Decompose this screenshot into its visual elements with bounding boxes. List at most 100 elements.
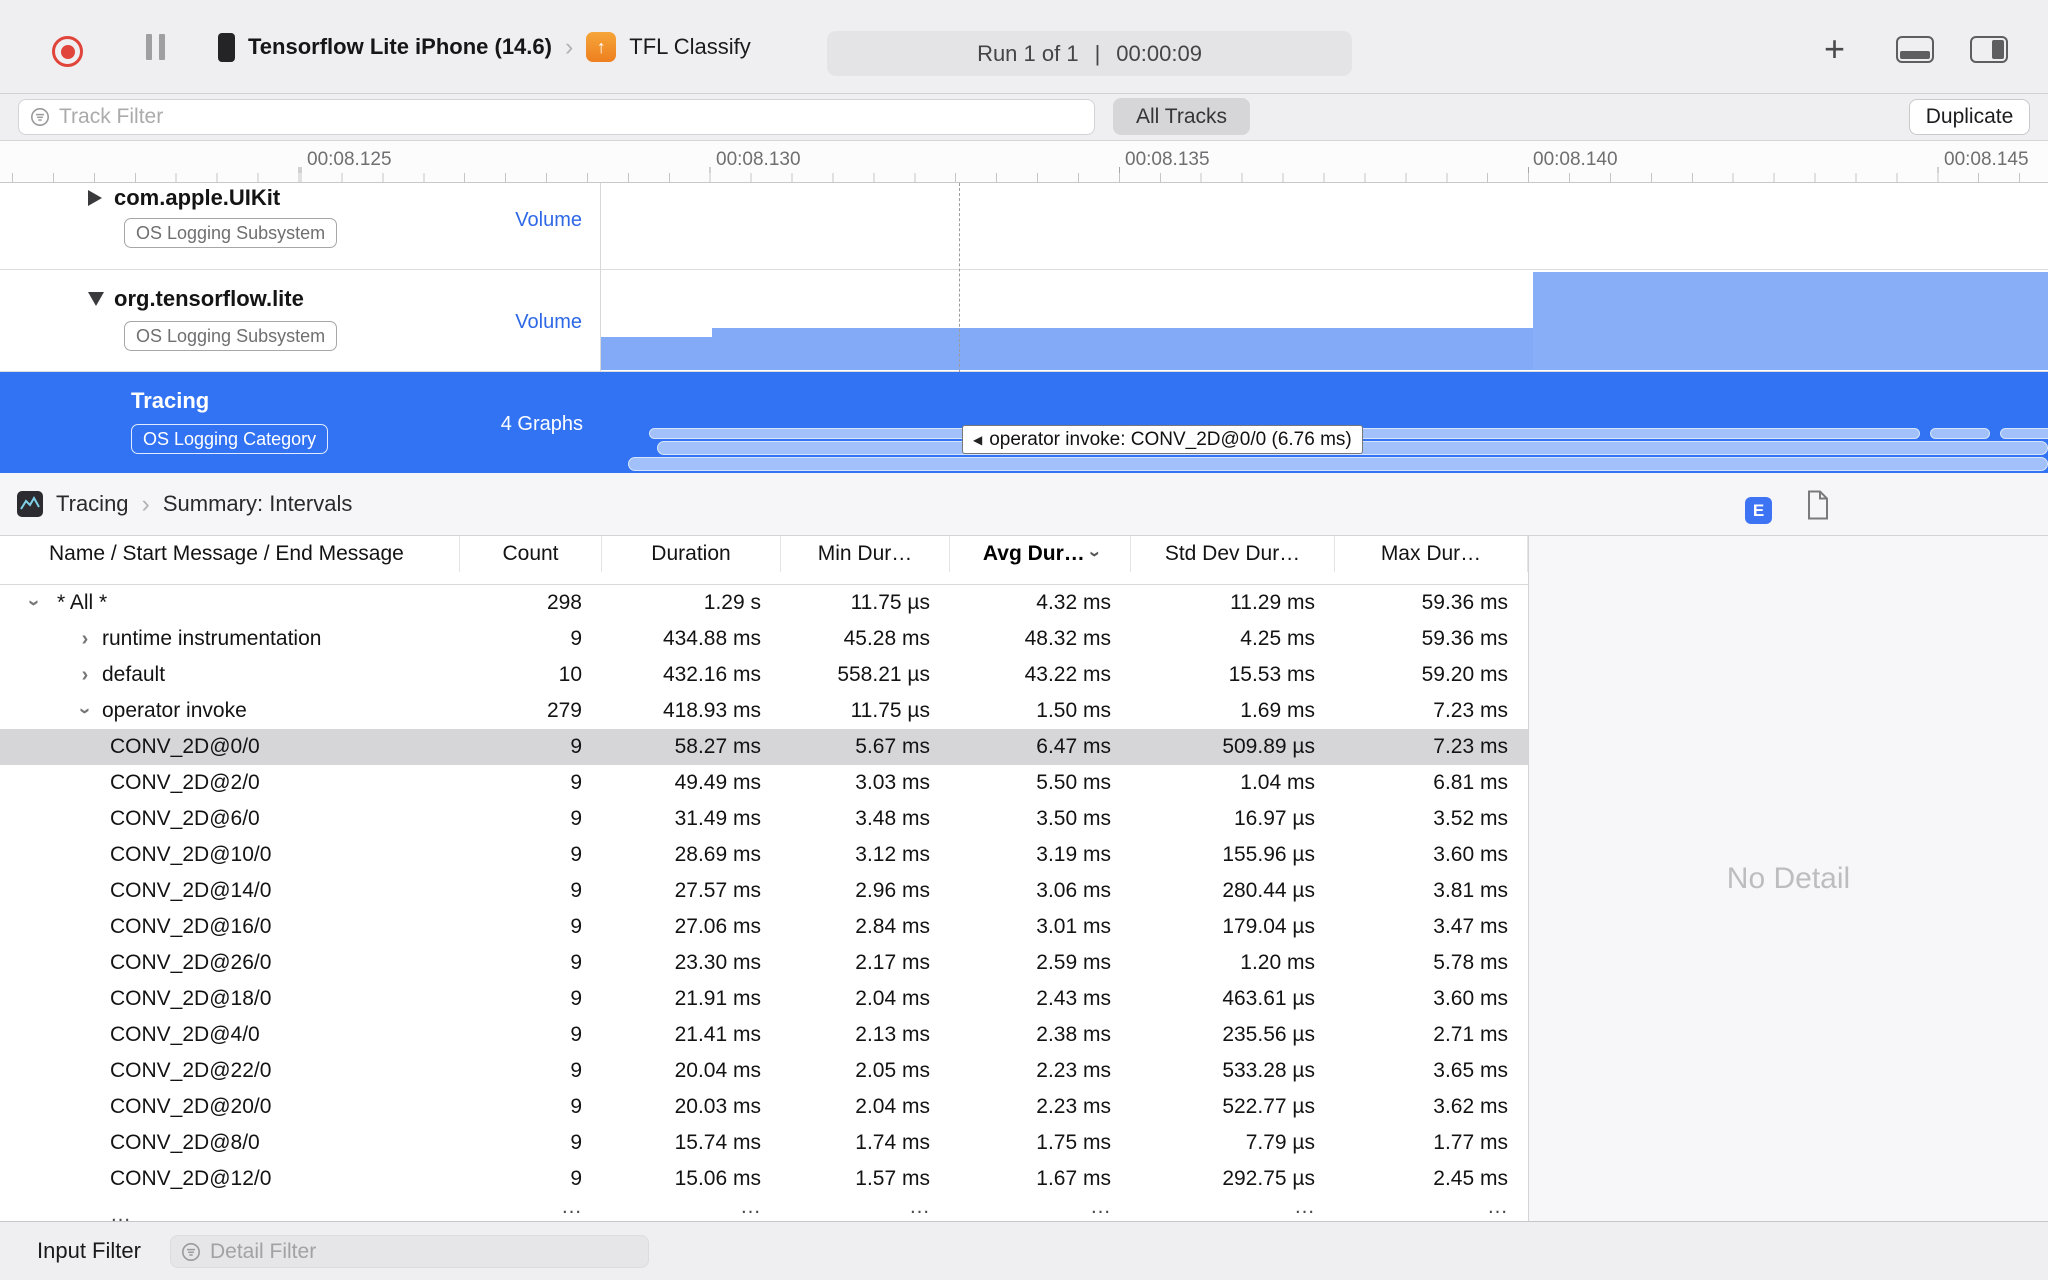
column-header-avg[interactable]: Avg Dur… ›: [950, 536, 1131, 572]
row-name: CONV_2D@2/0: [110, 771, 260, 794]
table-row[interactable]: CONV_2D@0/0 9 58.27 ms 5.67 ms 6.47 ms 509.89…: [0, 729, 1528, 765]
cell-duration: 1.29 s: [703, 591, 761, 614]
column-header-count[interactable]: Count: [460, 536, 602, 572]
cell-name: › default: [0, 657, 460, 693]
volume-graph-segment[interactable]: [1533, 272, 2048, 370]
cell-count: 9: [570, 735, 582, 758]
interval-bar[interactable]: [1930, 428, 1990, 439]
disclosure-right-icon[interactable]: [88, 190, 102, 206]
table-row[interactable]: CONV_2D@16/0 9 27.06 ms 2.84 ms 3.01 ms 179.0…: [0, 909, 1528, 945]
chevron-down-icon[interactable]: ›: [67, 704, 103, 718]
table-row[interactable]: CONV_2D@18/0 9 21.91 ms 2.04 ms 2.43 ms 463.6…: [0, 981, 1528, 1017]
iphone-icon: [218, 32, 235, 62]
cell-avg: 5.50 ms: [1036, 771, 1111, 794]
volume-graph-segment[interactable]: [601, 337, 712, 370]
row-name: CONV_2D@18/0: [110, 987, 272, 1010]
pause-button[interactable]: [146, 34, 165, 60]
table-row[interactable]: CONV_2D@8/0 9 15.74 ms 1.74 ms 1.75 ms 7.79 µ…: [0, 1125, 1528, 1161]
table-row[interactable]: CONV_2D@22/0 9 20.04 ms 2.05 ms 2.23 ms 533.2…: [0, 1053, 1528, 1089]
cell-std: 1.69 ms: [1240, 699, 1315, 722]
toggle-right-pane-button[interactable]: [1970, 36, 2008, 63]
row-name: CONV_2D@20/0: [110, 1095, 272, 1118]
cell-duration: 49.49 ms: [674, 771, 761, 794]
extended-detail-toggle[interactable]: E: [1745, 497, 1772, 524]
cell-max: …: [1487, 1197, 1508, 1218]
playhead-dashed-line[interactable]: [959, 183, 960, 372]
table-header: Name / Start Message / End Message Count D…: [0, 536, 1528, 585]
chevron-right-icon[interactable]: ›: [78, 657, 92, 693]
row-name: operator invoke: [102, 699, 247, 722]
cell-name: › runtime instrumentation: [0, 621, 460, 657]
column-header-name[interactable]: Name / Start Message / End Message: [0, 536, 460, 572]
cell-std: 11.29 ms: [1230, 591, 1315, 614]
document-icon[interactable]: [1806, 490, 1830, 520]
table-row[interactable]: CONV_2D@26/0 9 23.30 ms 2.17 ms 2.59 ms 1.20 …: [0, 945, 1528, 981]
chevron-right-icon: ›: [141, 489, 150, 518]
device-target-selector[interactable]: Tensorflow Lite iPhone (14.6) › ↑ TFL Cl…: [218, 0, 751, 94]
table-row[interactable]: CONV_2D@10/0 9 28.69 ms 3.12 ms 3.19 ms 155.9…: [0, 837, 1528, 873]
cell-count: 298: [546, 591, 582, 614]
right-pane-icon: [1992, 40, 2004, 59]
run-divider: |: [1094, 40, 1101, 66]
table-row[interactable]: CONV_2D@2/0 9 49.49 ms 3.03 ms 5.50 ms 1.04 m…: [0, 765, 1528, 801]
interval-bar[interactable]: [628, 457, 2048, 471]
table-row[interactable]: CONV_2D@12/0 9 15.06 ms 1.57 ms 1.67 ms 292.7…: [0, 1161, 1528, 1197]
track-filter-field[interactable]: [18, 99, 1095, 135]
add-instrument-button[interactable]: +: [1824, 28, 1845, 70]
track-filter-input[interactable]: [59, 105, 1084, 129]
ruler-tick-label: 00:08.145: [1944, 149, 2029, 170]
cell-avg: 2.38 ms: [1036, 1023, 1111, 1046]
table-row[interactable]: CONV_2D@4/0 9 21.41 ms 2.13 ms 2.38 ms 235.56…: [0, 1017, 1528, 1053]
all-tracks-button[interactable]: All Tracks: [1113, 98, 1250, 135]
track-row-tensorflow[interactable]: org.tensorflow.lite OS Logging Subsystem…: [0, 270, 2048, 372]
table-row-truncated[interactable]: …………………: [0, 1197, 1528, 1221]
column-header-max[interactable]: Max Dur…: [1335, 536, 1528, 572]
detail-filter-field[interactable]: [170, 1235, 649, 1268]
chevron-down-icon[interactable]: ›: [16, 596, 52, 610]
column-header-duration[interactable]: Duration: [602, 536, 781, 572]
table-row[interactable]: › default 10 432.16 ms 558.21 µs 43.22 ms 15.5…: [0, 657, 1528, 693]
cell-std: 522.77 µs: [1222, 1095, 1315, 1118]
cell-std: 533.28 µs: [1222, 1059, 1315, 1082]
toggle-bottom-pane-button[interactable]: [1896, 36, 1934, 63]
table-row[interactable]: › operator invoke 279 418.93 ms 11.75 µs 1.50…: [0, 693, 1528, 729]
interval-bar[interactable]: [2000, 428, 2048, 439]
column-header-min[interactable]: Min Dur…: [781, 536, 950, 572]
row-name: …: [110, 1203, 131, 1221]
breadcrumb-page[interactable]: Summary: Intervals: [163, 491, 353, 517]
chevron-right-icon: ›: [564, 32, 574, 61]
track-row-uikit[interactable]: com.apple.UIKit OS Logging Subsystem Vol…: [0, 183, 2048, 270]
cell-max: 3.52 ms: [1433, 807, 1508, 830]
table-row[interactable]: › * All * 298 1.29 s 11.75 µs 4.32 ms 11.29 ms…: [0, 585, 1528, 621]
track-title: org.tensorflow.lite: [114, 286, 304, 311]
cell-min: 2.96 ms: [855, 879, 930, 902]
cell-duration: …: [740, 1197, 761, 1218]
cell-count: 9: [570, 843, 582, 866]
cell-duration: 23.30 ms: [674, 951, 761, 974]
interval-tooltip: ◀ operator invoke: CONV_2D@0/0 (6.76 ms): [962, 425, 1363, 454]
breadcrumb-root[interactable]: Tracing: [56, 491, 129, 517]
column-header-std[interactable]: Std Dev Dur…: [1131, 536, 1335, 572]
cell-avg: 1.67 ms: [1036, 1167, 1111, 1190]
record-button[interactable]: [52, 36, 83, 67]
cell-avg: 1.75 ms: [1036, 1131, 1111, 1154]
timeline-ruler[interactable]: 00:08.125 00:08.130 00:08.135 00:08.140 00:0…: [0, 141, 2048, 183]
filter-icon[interactable]: [180, 1241, 202, 1263]
track-row-tracing-selected[interactable]: Tracing OS Logging Category 4 Graphs ◀ o…: [0, 372, 2048, 473]
cell-avg: 3.06 ms: [1036, 879, 1111, 902]
table-row[interactable]: CONV_2D@20/0 9 20.03 ms 2.04 ms 2.23 ms 522.7…: [0, 1089, 1528, 1125]
filter-icon[interactable]: [29, 106, 51, 128]
volume-graph-segment[interactable]: [712, 328, 1533, 370]
chevron-right-icon[interactable]: ›: [78, 621, 92, 657]
disclosure-down-icon[interactable]: [88, 292, 104, 306]
cell-name: CONV_2D@0/0: [0, 729, 460, 765]
cell-duration: 432.16 ms: [662, 663, 761, 686]
table-row[interactable]: CONV_2D@6/0 9 31.49 ms 3.48 ms 3.50 ms 16.97 …: [0, 801, 1528, 837]
cell-min: 558.21 µs: [837, 663, 930, 686]
table-row[interactable]: CONV_2D@14/0 9 27.57 ms 2.96 ms 3.06 ms 280.4…: [0, 873, 1528, 909]
table-row[interactable]: › runtime instrumentation 9 434.88 ms 45.28 …: [0, 621, 1528, 657]
cell-min: 11.75 µs: [850, 699, 930, 722]
cell-max: 7.23 ms: [1433, 735, 1508, 758]
duplicate-button[interactable]: Duplicate: [1909, 99, 2030, 135]
detail-filter-input[interactable]: [210, 1239, 639, 1264]
